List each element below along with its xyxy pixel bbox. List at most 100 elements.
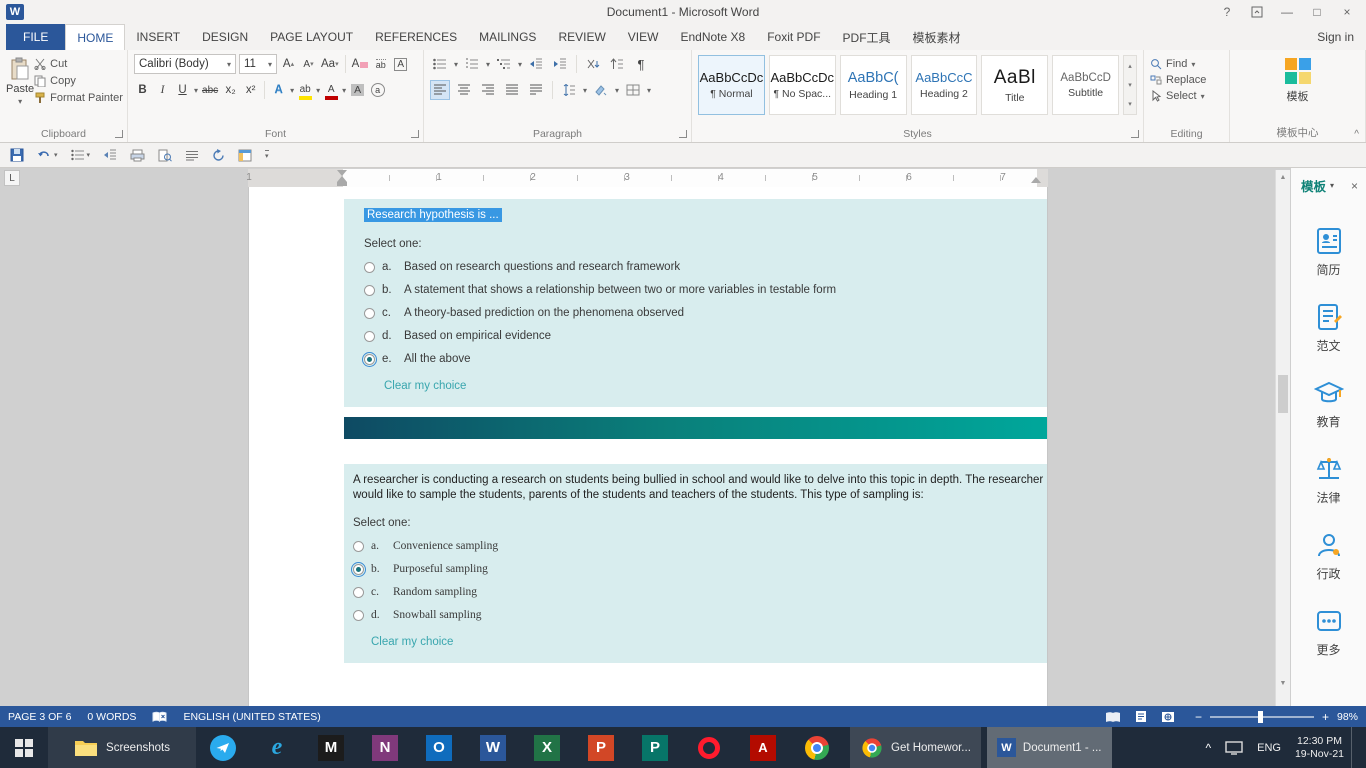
numbering-button[interactable] (462, 54, 482, 74)
font-color-button[interactable]: A (323, 80, 339, 100)
template-button[interactable]: 模板 (1285, 54, 1311, 104)
taskbar-onenote[interactable]: N (358, 727, 412, 768)
styles-dialog-launcher[interactable] (1131, 130, 1139, 138)
line-spacing-dropdown-icon[interactable]: ▾ (583, 86, 587, 95)
q2-option-d[interactable]: d. Snowball sampling (353, 609, 1033, 621)
taskbar-telegram[interactable] (196, 727, 250, 768)
vertical-scrollbar[interactable]: ▲ ▼ (1275, 170, 1290, 706)
show-desktop-button[interactable] (1351, 727, 1366, 768)
taskbar-mail[interactable]: M (304, 727, 358, 768)
replace-button[interactable]: Replace (1150, 74, 1223, 86)
decrease-indent-button[interactable] (526, 54, 546, 74)
bullets-button[interactable] (430, 54, 450, 74)
zoom-out-button[interactable]: − (1195, 710, 1202, 724)
tab-foxit-pdf[interactable]: Foxit PDF (756, 24, 831, 50)
print-layout-view-button[interactable] (1135, 710, 1147, 723)
find-button[interactable]: Find ▾ (1150, 58, 1223, 70)
scrollbar-thumb[interactable] (1278, 375, 1288, 413)
tab-pdf-tools[interactable]: PDF工具 (832, 24, 902, 50)
distribute-button[interactable] (526, 80, 546, 100)
borders-button[interactable] (623, 80, 643, 100)
panel-item-sample-docs[interactable]: 范文 (1314, 302, 1344, 354)
zoom-slider[interactable] (1210, 716, 1314, 718)
tab-page-layout[interactable]: PAGE LAYOUT (259, 24, 364, 50)
q1-radio-d[interactable] (364, 331, 375, 342)
zoom-level[interactable]: 98% (1337, 711, 1358, 723)
borders-dropdown-icon[interactable]: ▾ (647, 86, 651, 95)
read-mode-button[interactable] (185, 150, 199, 161)
format-painter-button[interactable]: Format Painter (34, 92, 123, 104)
underline-dropdown-icon[interactable]: ▾ (194, 86, 198, 95)
quick-indent-button[interactable] (103, 149, 117, 161)
tab-home[interactable]: HOME (65, 24, 125, 50)
q2-option-c[interactable]: c. Random sampling (353, 586, 1033, 598)
tab-view[interactable]: VIEW (617, 24, 670, 50)
styles-gallery-more-button[interactable]: ▾ (1124, 95, 1136, 114)
style-no-spacing[interactable]: AaBbCcDc ¶ No Spac... (769, 55, 836, 115)
line-spacing-button[interactable] (559, 80, 579, 100)
font-dialog-launcher[interactable] (411, 130, 419, 138)
clipboard-dialog-launcher[interactable] (115, 130, 123, 138)
cut-button[interactable]: Cut (34, 58, 123, 70)
scroll-up-button[interactable]: ▲ (1276, 170, 1290, 184)
highlight-dropdown-icon[interactable]: ▾ (316, 86, 320, 95)
tab-mailings[interactable]: MAILINGS (468, 24, 547, 50)
paragraph-dialog-launcher[interactable] (679, 130, 687, 138)
multilevel-list-button[interactable] (494, 54, 514, 74)
shrink-font-button[interactable]: A▾ (300, 54, 317, 74)
tab-endnote[interactable]: EndNote X8 (669, 24, 756, 50)
save-button[interactable] (10, 148, 24, 162)
align-right-button[interactable] (478, 80, 498, 100)
select-button[interactable]: Select ▾ (1150, 90, 1223, 102)
ribbon-display-options-button[interactable] (1242, 1, 1272, 23)
sign-in-link[interactable]: Sign in (1317, 24, 1354, 50)
clear-formatting-button[interactable]: A (351, 54, 370, 74)
taskbar-outlook[interactable]: O (412, 727, 466, 768)
font-color-dropdown-icon[interactable]: ▾ (342, 86, 346, 95)
tray-clock[interactable]: 12:30 PM 19-Nov-21 (1288, 727, 1351, 768)
bold-button[interactable]: B (134, 80, 151, 100)
tray-show-hidden-icons-button[interactable]: ^ (1198, 727, 1218, 768)
q2-radio-c[interactable] (353, 587, 364, 598)
multilevel-dropdown-icon[interactable]: ▾ (518, 60, 522, 69)
q1-option-a[interactable]: a. Based on research questions and resea… (364, 261, 1033, 273)
horizontal-ruler[interactable]: 1 1 2 3 4 5 6 7 (248, 169, 1048, 187)
tab-design[interactable]: DESIGN (191, 24, 259, 50)
highlight-color-button[interactable]: ab (297, 80, 313, 100)
style-heading-2[interactable]: AaBbCcC Heading 2 (911, 55, 978, 115)
italic-button[interactable]: I (154, 80, 171, 100)
q2-radio-a[interactable] (353, 541, 364, 552)
panel-item-education[interactable]: 教育 (1314, 378, 1344, 430)
superscript-button[interactable]: x² (242, 80, 259, 100)
page-indicator[interactable]: PAGE 3 OF 6 (8, 711, 71, 723)
shading-button[interactable] (591, 80, 611, 100)
tray-language-indicator[interactable]: ENG (1250, 727, 1288, 768)
left-indent-marker[interactable] (337, 182, 347, 186)
collapse-ribbon-button[interactable]: ^ (1354, 129, 1359, 140)
right-indent-marker[interactable] (1031, 177, 1041, 183)
tab-insert[interactable]: INSERT (125, 24, 191, 50)
taskbar-chrome[interactable] (790, 727, 844, 768)
panel-item-resume[interactable]: 简历 (1314, 226, 1344, 278)
q1-option-d[interactable]: d. Based on empirical evidence (364, 330, 1033, 342)
read-mode-view-button[interactable] (1105, 711, 1121, 723)
minimize-button[interactable]: — (1272, 1, 1302, 23)
increase-indent-button[interactable] (550, 54, 570, 74)
scroll-down-button[interactable]: ▼ (1276, 676, 1290, 690)
enclose-characters-button[interactable]: a (369, 80, 386, 100)
subscript-button[interactable]: x₂ (222, 80, 239, 100)
font-size-combobox[interactable]: 11 ▾ (239, 54, 277, 74)
tab-stop-selector[interactable]: L (4, 170, 20, 186)
print-preview-button[interactable] (158, 149, 172, 162)
q2-option-b-selected[interactable]: b. Purposeful sampling (353, 563, 1033, 575)
quick-list-button[interactable]: ▾ (71, 149, 91, 161)
shading-dropdown-icon[interactable]: ▾ (615, 86, 619, 95)
q1-option-b[interactable]: b. A statement that shows a relationship… (364, 284, 1033, 296)
styles-scroll-up-button[interactable]: ▴ (1124, 56, 1136, 75)
style-normal[interactable]: AaBbCcDc ¶ Normal (698, 55, 765, 115)
q1-option-c[interactable]: c. A theory-based prediction on the phen… (364, 307, 1033, 319)
language-indicator[interactable]: ENGLISH (UNITED STATES) (183, 711, 320, 723)
font-family-combobox[interactable]: Calibri (Body) ▾ (134, 54, 236, 74)
tab-template-material[interactable]: 模板素材 (902, 24, 972, 50)
q1-radio-a[interactable] (364, 262, 375, 273)
